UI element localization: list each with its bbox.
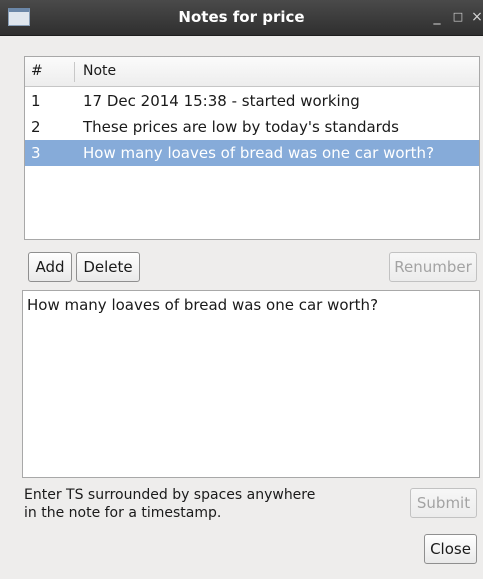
- note-editor-text: How many loaves of bread was one car wor…: [27, 296, 379, 314]
- close-button[interactable]: Close: [424, 534, 477, 564]
- table-row[interactable]: 1 17 Dec 2014 15:38 - started working: [25, 88, 479, 114]
- row-note: 17 Dec 2014 15:38 - started working: [83, 92, 360, 110]
- row-number: 3: [31, 144, 41, 162]
- column-header-note[interactable]: Note: [83, 57, 116, 86]
- add-button[interactable]: Add: [28, 252, 72, 282]
- row-note: How many loaves of bread was one car wor…: [83, 144, 435, 162]
- column-header-number[interactable]: #: [31, 57, 43, 86]
- row-number: 2: [31, 118, 41, 136]
- minimize-icon[interactable]: _: [430, 9, 444, 25]
- title-bar[interactable]: Notes for price _ □ ×: [0, 0, 483, 36]
- renumber-button[interactable]: Renumber: [389, 252, 477, 282]
- row-number: 1: [31, 92, 41, 110]
- table-header: # Note: [25, 57, 479, 87]
- delete-button[interactable]: Delete: [76, 252, 140, 282]
- table-row[interactable]: 2 These prices are low by today's standa…: [25, 114, 479, 140]
- row-note: These prices are low by today's standard…: [83, 118, 399, 136]
- timestamp-hint: Enter TS surrounded by spaces anywhere i…: [24, 486, 384, 522]
- window-title: Notes for price: [178, 8, 305, 26]
- submit-button[interactable]: Submit: [410, 488, 477, 518]
- column-separator: [74, 62, 75, 82]
- close-window-icon[interactable]: ×: [470, 9, 483, 25]
- table-row-selected[interactable]: 3 How many loaves of bread was one car w…: [25, 140, 479, 166]
- hint-line-1: Enter TS surrounded by spaces anywhere: [24, 487, 316, 503]
- notes-table[interactable]: # Note 1 17 Dec 2014 15:38 - started wor…: [24, 56, 480, 240]
- hint-line-2: in the note for a timestamp.: [24, 505, 222, 521]
- maximize-icon[interactable]: □: [451, 9, 465, 25]
- note-editor[interactable]: How many loaves of bread was one car wor…: [22, 290, 480, 478]
